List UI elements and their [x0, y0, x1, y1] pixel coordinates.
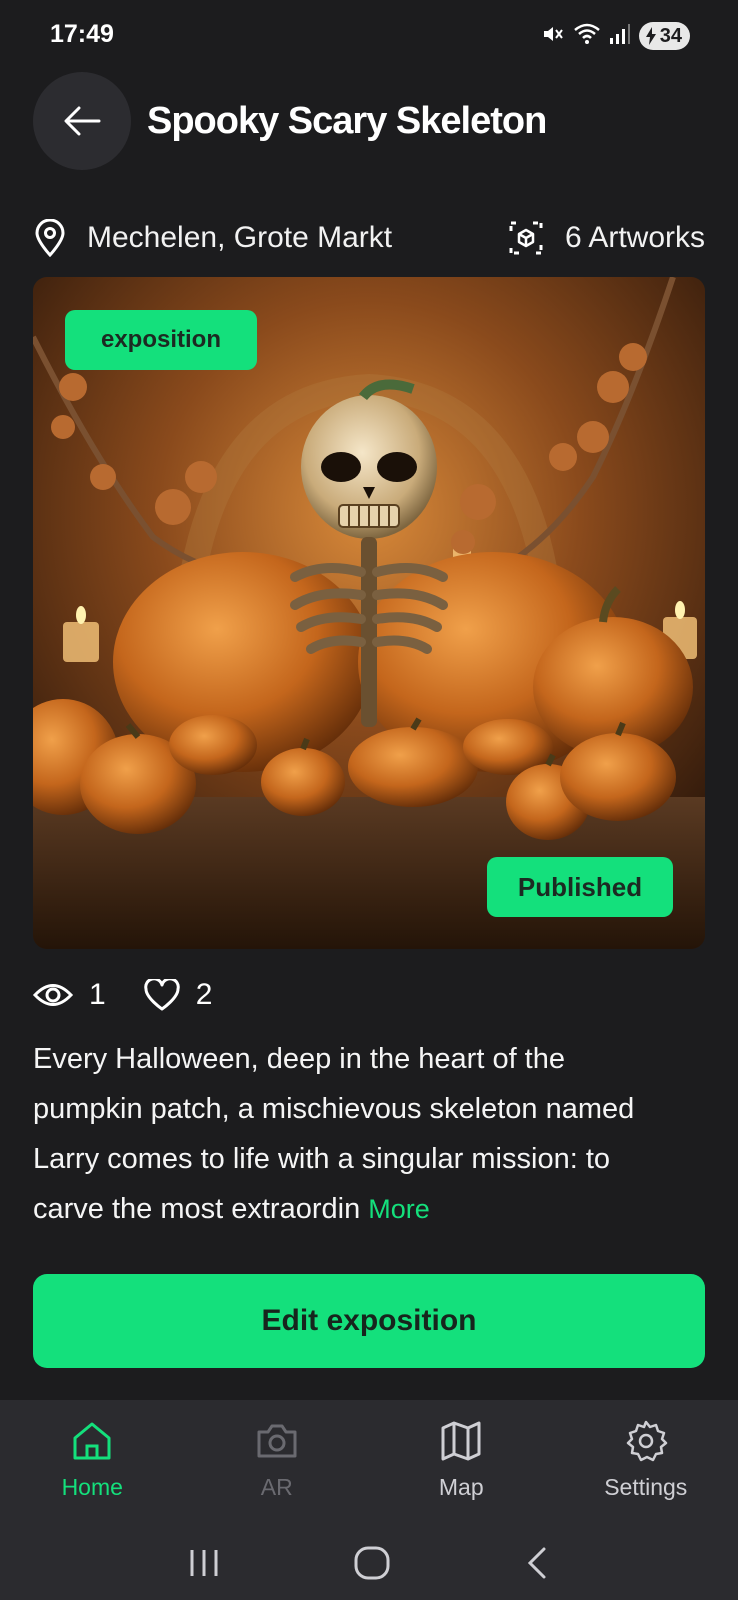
description: Every Halloween, deep in the heart of th… — [33, 1034, 673, 1234]
ar-scan-icon — [509, 221, 543, 255]
chevron-left-icon — [528, 1547, 546, 1578]
mute-icon — [541, 22, 565, 51]
exposition-cover-image[interactable]: exposition Published — [33, 277, 705, 949]
views-count: 1 — [89, 978, 106, 1011]
location: Mechelen, Grote Markt — [33, 219, 392, 257]
signal-icon — [609, 23, 631, 50]
system-navigation-bar — [0, 1530, 738, 1600]
engagement-stats: 1 2 — [33, 972, 234, 1018]
nav-label-map: Map — [438, 1474, 484, 1500]
views-stat: 1 — [33, 978, 106, 1012]
location-pin-icon — [35, 219, 65, 257]
skeleton-pumpkin-illustration — [33, 277, 705, 949]
more-link[interactable]: More — [368, 1194, 430, 1224]
artworks-label: 6 Artworks — [564, 221, 705, 254]
battery-indicator: 34 — [638, 22, 690, 50]
recent-apps-icon — [190, 1549, 218, 1576]
status-bar: 17:49 34 — [0, 0, 738, 70]
page-title: Spooky Scary Skeleton — [147, 99, 547, 142]
wifi-icon — [573, 22, 601, 51]
eye-icon — [33, 984, 73, 1006]
nav-tab-ar[interactable]: AR — [185, 1418, 370, 1538]
home-circle-icon — [354, 1546, 390, 1579]
camera-icon — [257, 1424, 297, 1458]
back-button[interactable] — [33, 72, 131, 170]
nav-label-ar: AR — [260, 1474, 293, 1500]
nav-tabs: Home AR Map Settings — [0, 1418, 738, 1538]
nav-tab-map[interactable]: Map — [369, 1418, 554, 1538]
likes-count: 2 — [195, 978, 213, 1011]
exposition-type-tag: exposition — [65, 310, 257, 370]
heart-icon — [143, 979, 180, 1011]
description-text: Every Halloween, deep in the heart of th… — [33, 1043, 635, 1225]
charging-icon — [645, 27, 656, 45]
artworks-count: 6 Artworks — [507, 219, 705, 257]
nav-label-home: Home — [61, 1474, 123, 1500]
nav-label-settings: Settings — [604, 1474, 688, 1500]
edit-exposition-button[interactable]: Edit exposition — [33, 1274, 705, 1368]
map-icon — [441, 1421, 481, 1461]
likes-stat[interactable]: 2 — [143, 978, 213, 1012]
home-system-button[interactable] — [353, 1545, 391, 1586]
header: Spooky Scary Skeleton — [33, 72, 547, 170]
home-icon — [73, 1422, 111, 1460]
arrow-left-icon — [64, 106, 101, 136]
back-system-button[interactable] — [522, 1545, 552, 1586]
meta-row: Mechelen, Grote Markt 6 Artworks — [33, 215, 705, 261]
recent-apps-button[interactable] — [186, 1546, 222, 1585]
gear-icon — [626, 1420, 667, 1462]
nav-tab-settings[interactable]: Settings — [554, 1418, 738, 1538]
location-label: Mechelen, Grote Markt — [87, 221, 393, 254]
battery-level: 34 — [659, 24, 682, 47]
status-icons: 34 — [541, 20, 690, 52]
bottom-navigation: Home AR Map Settings — [0, 1400, 738, 1600]
status-badge: Published — [487, 857, 673, 917]
status-time: 17:49 — [50, 20, 114, 48]
nav-tab-home[interactable]: Home — [0, 1418, 185, 1538]
